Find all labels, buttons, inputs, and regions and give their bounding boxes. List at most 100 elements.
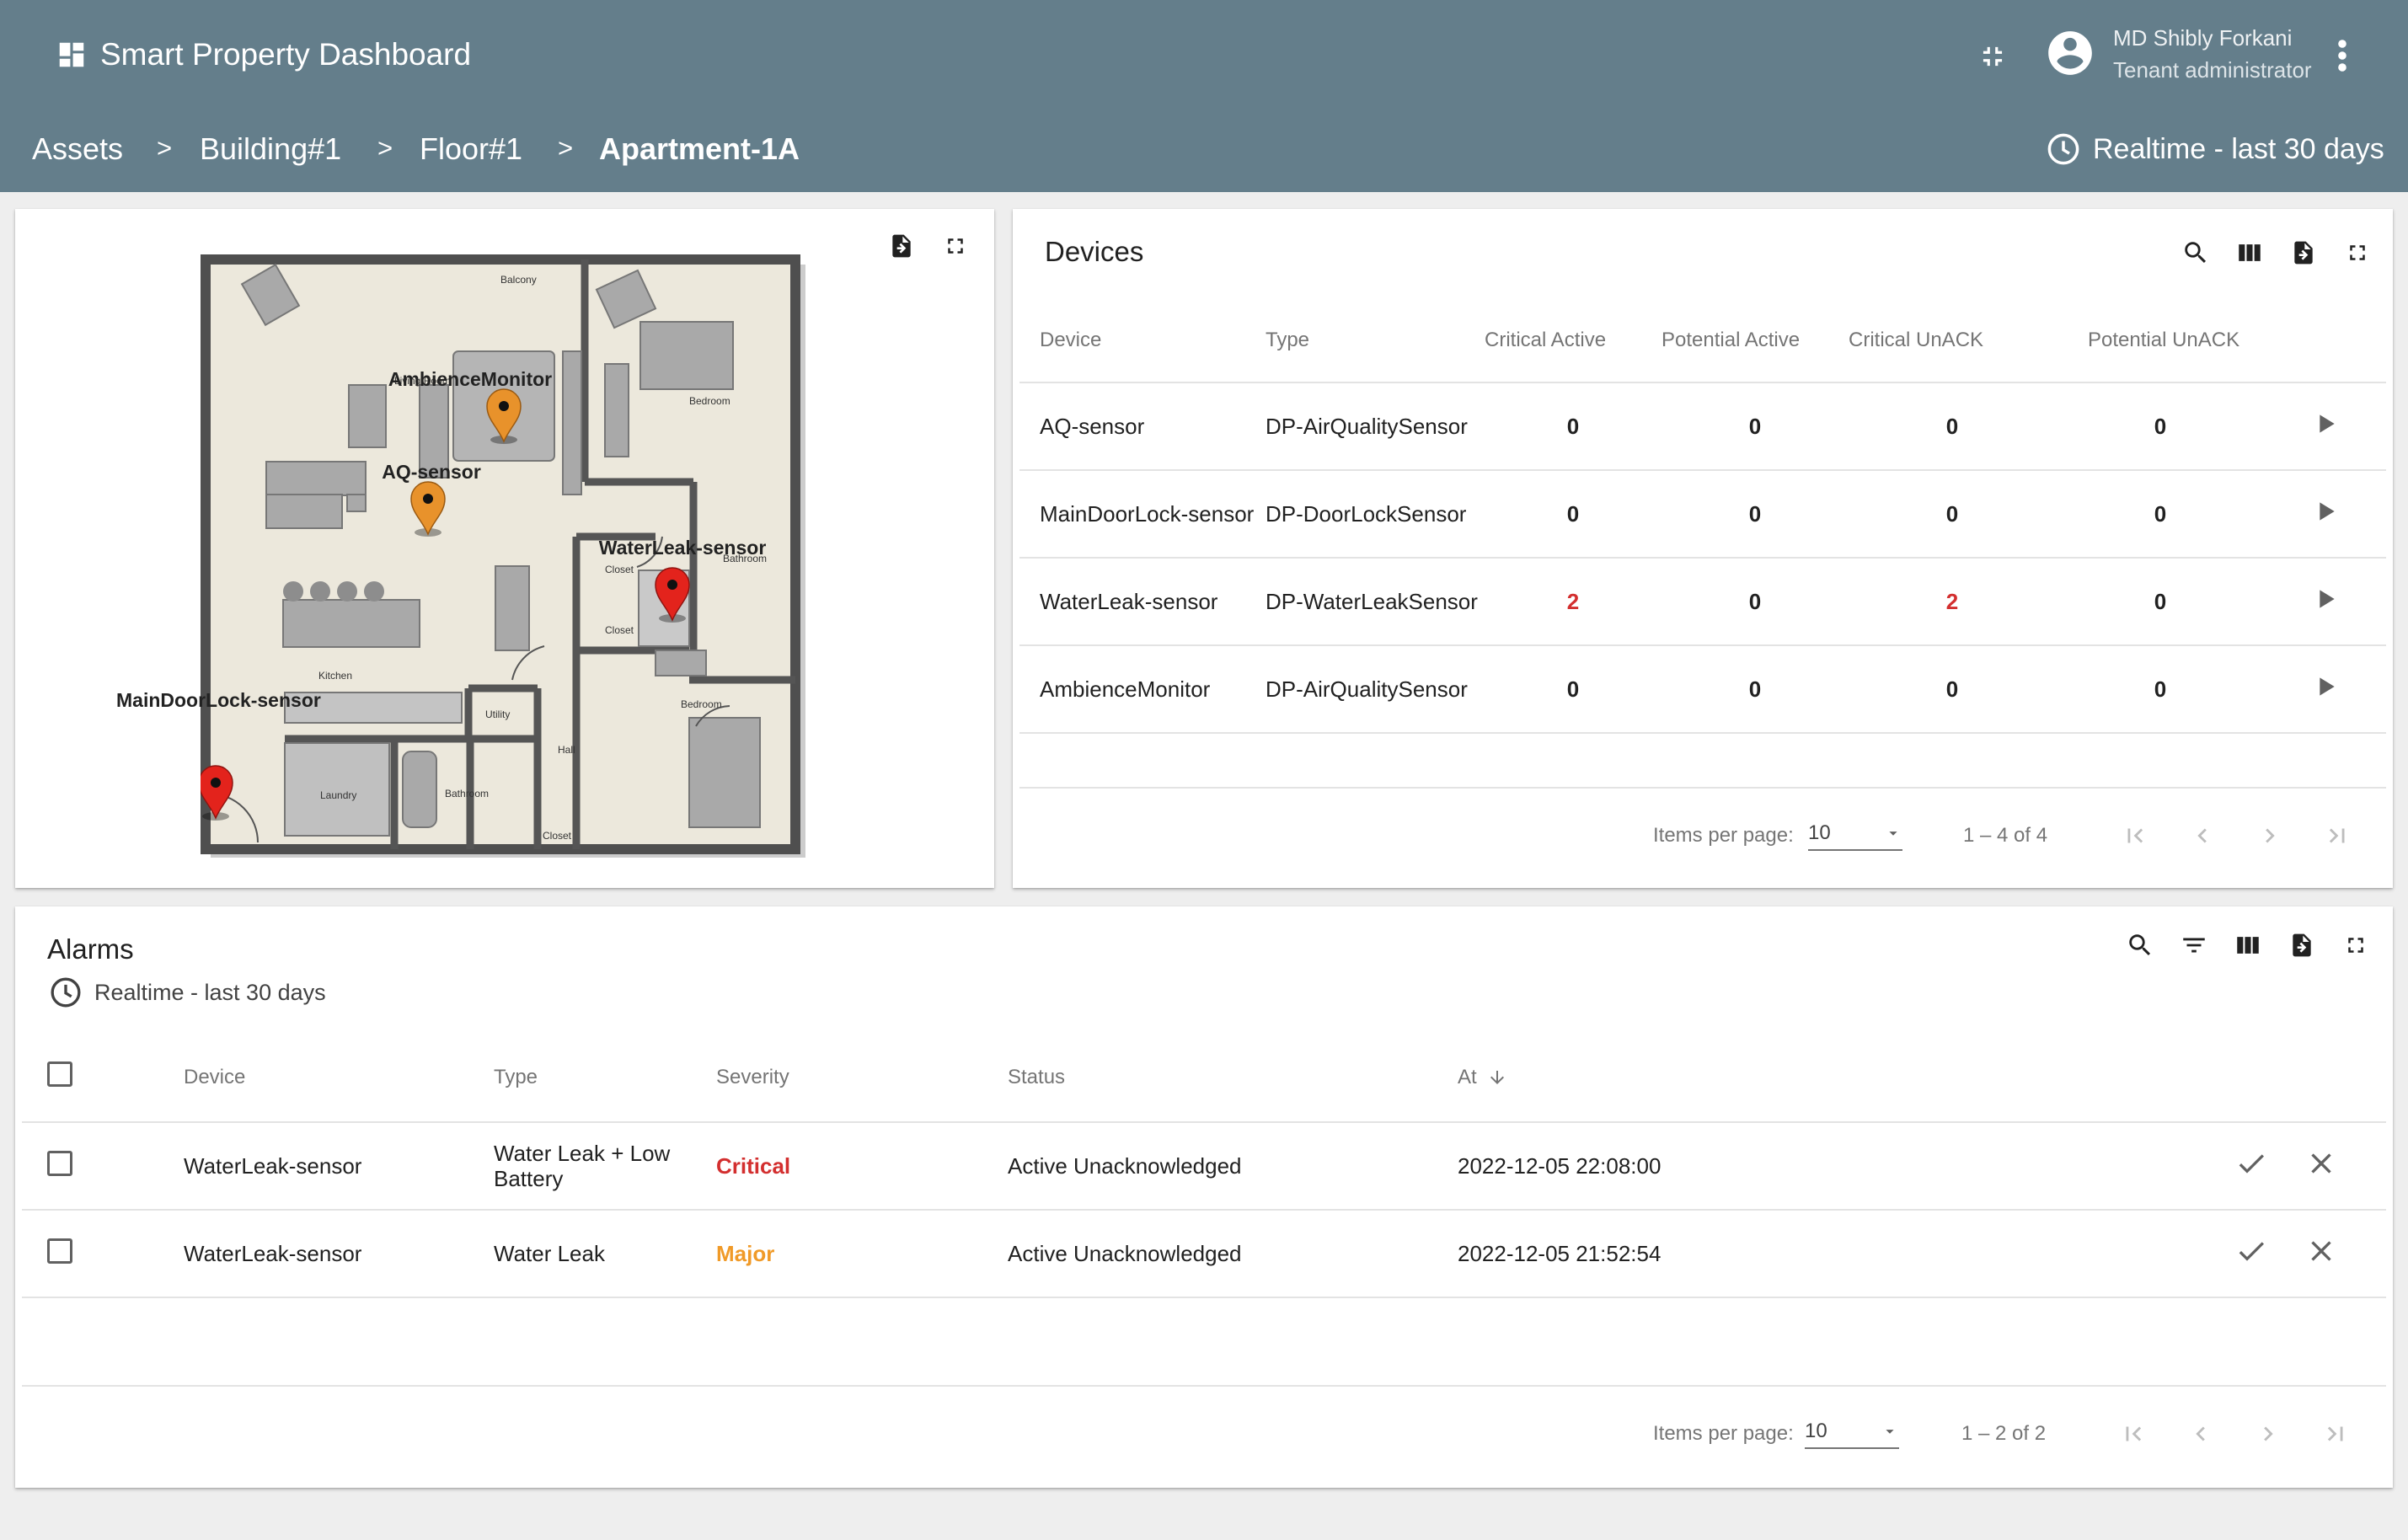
potential-active-count: 0: [1748, 500, 1762, 527]
column-header-type[interactable]: Type: [494, 1033, 716, 1122]
row-checkbox[interactable]: [47, 1238, 72, 1264]
dropdown-arrow-icon: [1889, 831, 1897, 836]
table-row[interactable]: WaterLeak-sensor Water Leak + Low Batter…: [22, 1122, 2386, 1210]
items-per-page-label: Items per page:: [1653, 824, 1794, 847]
room-label-utility: Utility: [485, 709, 510, 720]
clock-icon: [2047, 133, 2079, 165]
column-header-type[interactable]: Type: [1266, 298, 1485, 382]
critical-active-count: 0: [1566, 500, 1580, 527]
potential-active-count: 0: [1748, 588, 1762, 614]
marker-label: AmbienceMonitor: [388, 368, 552, 390]
previous-page-icon[interactable]: [2184, 1417, 2218, 1451]
critical-active-count: 0: [1566, 676, 1580, 702]
alarm-severity: Major: [716, 1240, 775, 1266]
floor-plan-image[interactable]: Balcony Living Room Bedroom Closet Bathr…: [201, 254, 816, 861]
timewindow-label: Realtime - last 30 days: [94, 979, 326, 1005]
fullscreen-icon[interactable]: [2341, 236, 2374, 270]
column-header-critical-unack[interactable]: Critical UnACK: [1849, 298, 2056, 382]
last-page-icon[interactable]: [2320, 819, 2354, 853]
search-icon[interactable]: [2123, 928, 2157, 962]
export-icon[interactable]: [885, 229, 918, 263]
potential-unack-count: 0: [2154, 500, 2167, 527]
page-range: 1 – 2 of 2: [1961, 1422, 2047, 1445]
next-page-icon[interactable]: [2251, 1417, 2285, 1451]
first-page-icon[interactable]: [2116, 1417, 2150, 1451]
row-checkbox[interactable]: [47, 1150, 72, 1176]
device-type: DP-DoorLockSensor: [1266, 500, 1467, 527]
device-name: AmbienceMonitor: [1040, 676, 1211, 702]
select-all-checkbox[interactable]: [47, 1061, 72, 1087]
table-row[interactable]: WaterLeak-sensor Water Leak Major Active…: [22, 1210, 2386, 1297]
export-icon[interactable]: [2285, 928, 2319, 962]
room-label-bathroom: Bathroom: [445, 788, 489, 799]
breadcrumb-floor[interactable]: Floor#1: [420, 131, 522, 167]
columns-icon[interactable]: [2231, 928, 2265, 962]
table-row[interactable]: AmbienceMonitor DP-AirQualitySensor 0 0 …: [1019, 645, 2386, 733]
timewindow-label: Realtime - last 30 days: [2093, 132, 2384, 165]
play-arrow-icon[interactable]: [2312, 498, 2339, 525]
device-type: DP-AirQualitySensor: [1266, 413, 1468, 439]
fullscreen-icon[interactable]: [939, 229, 972, 263]
filter-icon[interactable]: [2177, 928, 2211, 962]
page-size-value: 10: [1808, 821, 1831, 844]
items-per-page-label: Items per page:: [1653, 1422, 1794, 1445]
more-vert-icon[interactable]: [2334, 39, 2351, 72]
room-label-bedroom: Bedroom: [681, 698, 722, 710]
devices-table: Device Type Critical Active Potential Ac…: [1019, 298, 2386, 734]
room-label-bedroom: Bedroom: [689, 395, 730, 407]
acknowledge-check-icon[interactable]: [2234, 1147, 2268, 1180]
clear-close-icon[interactable]: [2304, 1234, 2338, 1268]
critical-unack-count: 0: [1945, 413, 1959, 439]
export-icon[interactable]: [2287, 236, 2320, 270]
account-avatar-icon[interactable]: [2044, 27, 2096, 79]
first-page-icon[interactable]: [2118, 819, 2152, 853]
column-header-at-label: At: [1458, 1065, 1477, 1088]
column-header-severity[interactable]: Severity: [716, 1033, 1008, 1122]
exit-fullscreen-icon[interactable]: [1977, 40, 2009, 72]
room-label-hall: Hall: [558, 744, 575, 756]
devices-table-widget: Devices Device Type Critical Active Pote…: [1013, 209, 2393, 888]
previous-page-icon[interactable]: [2186, 819, 2219, 853]
breadcrumb-separator: >: [157, 133, 173, 163]
columns-icon[interactable]: [2233, 236, 2266, 270]
marker-label: MainDoorLock-sensor: [116, 689, 321, 711]
column-header-potential-active[interactable]: Potential Active: [1662, 298, 1849, 382]
play-arrow-icon[interactable]: [2312, 673, 2339, 700]
table-row[interactable]: MainDoorLock-sensor DP-DoorLockSensor 0 …: [1019, 470, 2386, 558]
breadcrumb-assets[interactable]: Assets: [32, 131, 123, 167]
play-arrow-icon[interactable]: [2312, 410, 2339, 437]
column-header-critical-active[interactable]: Critical Active: [1485, 298, 1662, 382]
breadcrumb-apartment: Apartment-1A: [599, 131, 800, 166]
alarm-device: WaterLeak-sensor: [184, 1152, 362, 1179]
alarms-timewindow-button[interactable]: Realtime - last 30 days: [49, 976, 326, 1009]
alarm-type: Water Leak: [494, 1240, 605, 1266]
clear-close-icon[interactable]: [2304, 1147, 2338, 1180]
column-header-potential-unack[interactable]: Potential UnACK: [2056, 298, 2265, 382]
user-name: MD Shibly Forkani: [2113, 25, 2293, 51]
timewindow-button[interactable]: Realtime - last 30 days: [2046, 128, 2384, 170]
alarms-table: Device Type Severity Status At WaterLeak…: [22, 1033, 2386, 1298]
column-header-status[interactable]: Status: [1008, 1033, 1458, 1122]
column-header-at[interactable]: At: [1458, 1033, 2216, 1122]
alarm-status: Active Unacknowledged: [1008, 1152, 1242, 1179]
potential-active-count: 0: [1748, 413, 1762, 439]
fullscreen-icon[interactable]: [2339, 928, 2373, 962]
table-row[interactable]: AQ-sensor DP-AirQualitySensor 0 0 0 0: [1019, 382, 2386, 470]
room-label-balcony: Balcony: [500, 274, 537, 286]
page-size-select[interactable]: 10: [1808, 817, 1902, 851]
device-name: MainDoorLock-sensor: [1040, 500, 1255, 527]
potential-unack-count: 0: [2154, 676, 2167, 702]
page-size-select[interactable]: 10: [1805, 1415, 1899, 1449]
acknowledge-check-icon[interactable]: [2234, 1234, 2268, 1268]
next-page-icon[interactable]: [2253, 819, 2287, 853]
play-arrow-icon[interactable]: [2312, 586, 2339, 612]
breadcrumb-separator: >: [558, 133, 574, 163]
column-header-device[interactable]: Device: [184, 1033, 494, 1122]
breadcrumb-separator: >: [377, 133, 393, 163]
table-row[interactable]: WaterLeak-sensor DP-WaterLeakSensor 2 0 …: [1019, 558, 2386, 645]
critical-unack-count: 2: [1945, 588, 1959, 614]
breadcrumb-building[interactable]: Building#1: [200, 131, 341, 167]
search-icon[interactable]: [2179, 236, 2213, 270]
last-page-icon[interactable]: [2319, 1417, 2352, 1451]
column-header-device[interactable]: Device: [1019, 298, 1266, 382]
